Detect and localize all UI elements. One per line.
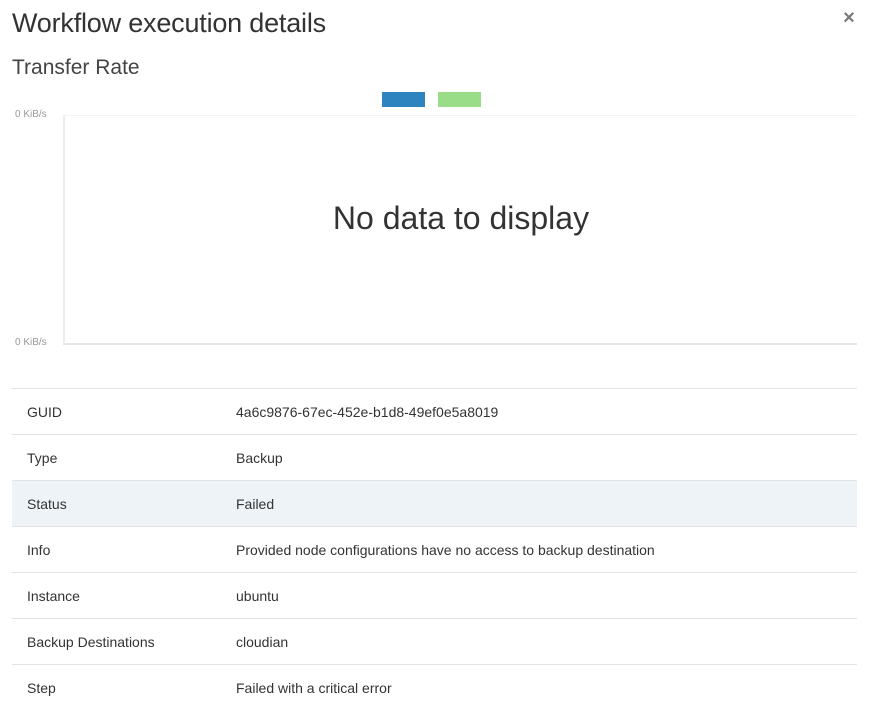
table-row: Step Failed with a critical error	[12, 664, 857, 711]
no-data-message: No data to display	[332, 200, 590, 236]
legend-series-1[interactable]	[382, 92, 425, 107]
legend-series-2[interactable]	[438, 92, 481, 107]
row-value: Backup	[236, 449, 283, 466]
row-key: GUID	[27, 403, 62, 420]
plot-area: No data to display	[63, 115, 857, 345]
details-table: GUID 4a6c9876-67ec-452e-b1d8-49ef0e5a801…	[12, 388, 857, 711]
transfer-rate-title: Transfer Rate	[12, 56, 140, 79]
row-value: Failed with a critical error	[236, 679, 392, 696]
row-value: Failed	[236, 495, 275, 512]
row-key: Type	[27, 449, 58, 466]
table-row: Backup Destinations cloudian	[12, 618, 857, 665]
y-tick-label: 0 KiB/s	[15, 337, 47, 348]
row-value: ubuntu	[236, 587, 279, 604]
row-key: Instance	[27, 587, 80, 604]
transfer-rate-chart: 0 KiB/s 0 KiB/s No data to display	[12, 88, 857, 358]
table-row: Instance ubuntu	[12, 572, 857, 619]
table-row: GUID 4a6c9876-67ec-452e-b1d8-49ef0e5a801…	[12, 388, 857, 435]
row-key: Step	[27, 679, 56, 696]
row-key: Backup Destinations	[27, 633, 155, 650]
row-key: Info	[27, 541, 51, 558]
row-key: Status	[27, 495, 67, 512]
modal-title: Workflow execution details	[12, 8, 326, 38]
row-value: Provided node configurations have no acc…	[236, 541, 655, 558]
close-icon[interactable]: ×	[841, 8, 857, 28]
row-value: cloudian	[236, 633, 289, 650]
row-value: 4a6c9876-67ec-452e-b1d8-49ef0e5a8019	[236, 403, 499, 420]
y-tick-label: 0 KiB/s	[15, 109, 47, 120]
table-row: Info Provided node configurations have n…	[12, 526, 857, 573]
table-row: Status Failed	[12, 480, 857, 527]
table-row: Type Backup	[12, 434, 857, 481]
